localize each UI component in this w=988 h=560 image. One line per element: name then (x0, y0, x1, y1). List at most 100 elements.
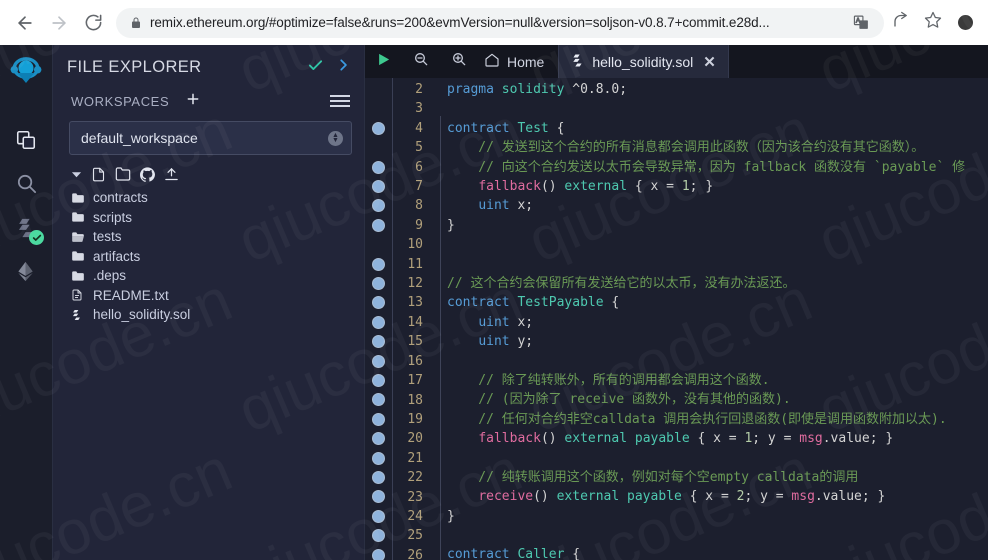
breakpoint-dot[interactable] (372, 296, 385, 310)
breakpoint-dot[interactable] (372, 315, 385, 329)
code-line: uint y; (447, 332, 988, 351)
breakpoint-dot[interactable] (372, 354, 385, 368)
workspace-select[interactable]: default_workspace ▲ ▼ (69, 121, 352, 155)
breakpoint-dot[interactable] (372, 121, 385, 135)
code-token: ; } (689, 178, 714, 194)
share-button[interactable] (886, 8, 916, 38)
code-token: receive (478, 489, 534, 505)
code-line: contract Caller { (447, 545, 988, 560)
bookmark-button[interactable] (918, 8, 948, 38)
line-number: 4 (415, 120, 423, 136)
profile-avatar[interactable] (950, 8, 980, 38)
code-token: { x = (689, 431, 745, 447)
new-folder-icon[interactable] (115, 166, 131, 182)
breakpoint-dot[interactable] (372, 509, 385, 523)
tab-hello-solidity-label: hello_solidity.sol (592, 53, 694, 70)
code-token: // 这个合约会保留所有发送给它的以太币，没有办法返还。 (447, 275, 796, 291)
tab-hello-solidity[interactable]: hello_solidity.sol ✕ (558, 45, 729, 78)
sidebar-item-file-explorers[interactable] (6, 120, 46, 164)
tree-item-scripts[interactable]: scripts (71, 208, 364, 228)
upload-icon[interactable] (164, 167, 179, 182)
code-line: receive() external payable { x = 2; y = … (447, 487, 988, 506)
tree-item-tests[interactable]: tests (71, 227, 364, 247)
tree-item-hello-solidity-sol[interactable]: hello_solidity.sol (71, 305, 364, 325)
breakpoint-dot[interactable] (372, 412, 385, 426)
sidebar-item-solidity-compiler[interactable] (6, 208, 46, 252)
reload-button[interactable] (76, 6, 110, 40)
zoom-out-button[interactable] (402, 45, 440, 78)
github-icon[interactable] (140, 166, 155, 182)
line-number: 18 (407, 392, 423, 408)
address-bar[interactable]: remix.ethereum.org/#optimize=false&runs=… (116, 7, 884, 38)
check-icon[interactable] (307, 57, 324, 77)
share-icon (892, 11, 910, 34)
code-token: () (533, 489, 557, 505)
hamburger-menu-icon[interactable] (330, 95, 350, 107)
code-area[interactable]: 2 3 4 5 6 7 8 9 10 11 12 13 14 15 16 17 18 19 20 21 22 23 24 25… (365, 78, 988, 560)
code-token: msg (791, 489, 815, 505)
breakpoint-dot[interactable] (372, 257, 385, 271)
translate-icon[interactable]: A (848, 10, 874, 36)
solidity-file-icon (571, 53, 584, 71)
breakpoint-dot[interactable] (372, 432, 385, 446)
code-token: msg (799, 431, 823, 447)
breakpoint-dot[interactable] (372, 277, 385, 290)
back-button[interactable] (8, 6, 42, 40)
close-x-icon[interactable]: ✕ (703, 53, 716, 71)
line-number: 11 (407, 256, 423, 272)
code-token: contract (447, 120, 518, 136)
tree-item-README-txt[interactable]: README.txt (71, 286, 364, 306)
code-line: contract Test { (447, 119, 988, 138)
source-code[interactable]: pragma solidity ^0.8.0; contract Test { … (447, 78, 988, 560)
breakpoint-dot[interactable] (372, 393, 385, 407)
line-number: 26 (407, 547, 423, 560)
breakpoint-dot[interactable] (372, 529, 385, 543)
tree-item--deps[interactable]: .deps (71, 266, 364, 286)
code-token: uint (478, 314, 510, 330)
chevron-right-icon[interactable] (336, 58, 350, 76)
remix-logo-icon[interactable] (6, 53, 46, 98)
tree-item-label: tests (93, 229, 122, 245)
tab-home-label: Home (507, 53, 545, 70)
reload-icon (84, 13, 103, 32)
file-explorer-panel: FILE EXPLORER WORKSPACES default_workspa… (53, 45, 365, 560)
breakpoint-dot[interactable] (372, 471, 385, 484)
code-line: fallback() external { x = 1; } (447, 177, 988, 196)
line-number: 21 (407, 450, 423, 466)
tree-item-label: contracts (93, 190, 148, 206)
run-script-button[interactable] (365, 45, 402, 78)
breakpoint-dot[interactable] (372, 180, 385, 193)
zoom-out-icon (413, 51, 429, 72)
new-file-icon[interactable] (91, 167, 106, 182)
bookmark-star-icon (924, 11, 942, 34)
code-token: () (540, 431, 565, 447)
code-token: // 除了纯转账外，所有的调用都会调用这个函数. (447, 372, 770, 388)
tab-home[interactable]: Home (478, 45, 558, 78)
tree-item-contracts[interactable]: contracts (71, 188, 364, 208)
zoom-in-button[interactable] (440, 45, 478, 78)
plus-icon[interactable] (185, 91, 201, 111)
code-token: // 向这个合约发送以太币会导致异常，因为 fallback 函数没有 `pay… (447, 159, 966, 175)
caret-down-icon[interactable] (71, 169, 82, 180)
sidebar-item-search[interactable] (6, 164, 46, 208)
breakpoint-dot[interactable] (372, 160, 385, 174)
sidebar-item-deploy-run[interactable] (6, 252, 46, 296)
forward-button[interactable] (42, 6, 76, 40)
code-token: fallback (478, 178, 541, 194)
breakpoint-dot[interactable] (372, 490, 385, 504)
breakpoint-dot[interactable] (372, 548, 385, 560)
code-token: ; y = (744, 489, 792, 505)
breakpoint-dot[interactable] (372, 335, 385, 349)
code-token: ^0.8.0; (572, 82, 628, 97)
code-line: uint x; (447, 313, 988, 332)
editor-tabbar: Home hello_solidity.sol ✕ (365, 45, 988, 78)
line-number: 24 (407, 508, 423, 524)
tree-item-artifacts[interactable]: artifacts (71, 247, 364, 267)
breakpoint-dot[interactable] (372, 451, 385, 465)
breakpoint-dot[interactable] (372, 218, 385, 232)
breakpoint-gutter[interactable] (365, 78, 393, 560)
breakpoint-dot[interactable] (372, 374, 385, 387)
breakpoint-dot[interactable] (372, 199, 385, 213)
tree-item-label: scripts (93, 209, 133, 225)
